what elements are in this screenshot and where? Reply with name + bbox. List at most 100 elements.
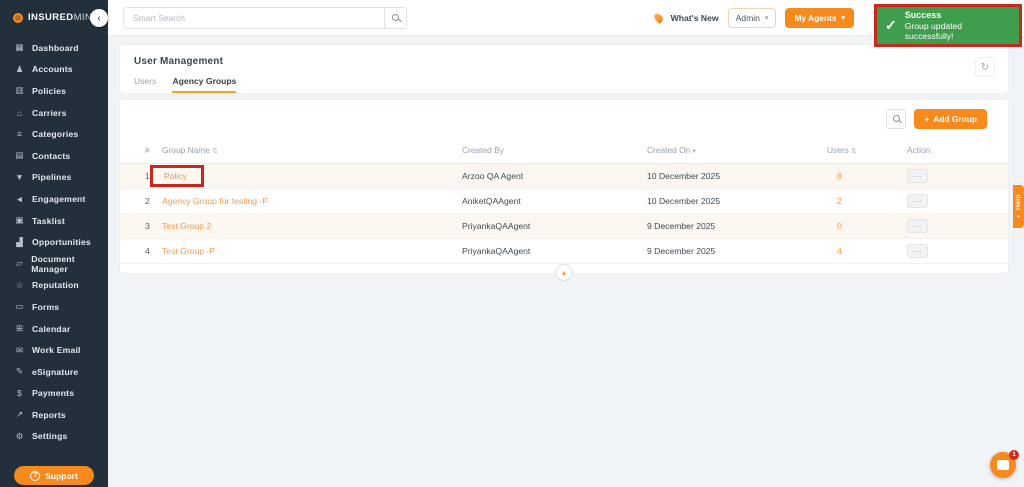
- admin-dropdown[interactable]: Admin ▾: [727, 7, 777, 28]
- group-name-link[interactable]: Agency Group for testing -P: [162, 196, 268, 206]
- users-cell: 0: [827, 213, 907, 239]
- sidebar-item-label: Dashboard: [32, 42, 79, 53]
- sidebar-item-pipelines[interactable]: ▼ Pipelines: [0, 167, 108, 189]
- sidebar-item-label: eSignature: [32, 366, 79, 377]
- group-name-link[interactable]: Test Group 2: [162, 221, 211, 231]
- users-cell: 2: [827, 188, 907, 214]
- row-actions-button[interactable]: ...: [907, 194, 928, 208]
- sidebar-item-esignature[interactable]: ✎ eSignature: [0, 361, 108, 383]
- sidebar-item-label: Engagement: [32, 193, 86, 204]
- users-cell: 8: [827, 163, 907, 189]
- chevron-down-icon: ▾: [841, 14, 845, 22]
- sidebar-item-dashboard[interactable]: ▦ Dashboard: [0, 37, 108, 59]
- row-actions-button[interactable]: ...: [907, 169, 928, 183]
- sidebar-item-document-manager[interactable]: ▱ Document Manager: [0, 253, 108, 275]
- refresh-button[interactable]: ↻: [975, 57, 995, 77]
- sidebar-nav: ▦ Dashboard ♟ Accounts ▥ Policies ⌂ Carriers ≡ Ca…: [0, 37, 108, 447]
- sidebar-item-calendar[interactable]: ⊞ Calendar: [0, 318, 108, 340]
- group-name-cell: Test Group 2: [162, 213, 462, 239]
- page-title: User Management: [134, 56, 224, 67]
- tabs: Users Agency Groups: [120, 67, 1008, 93]
- settings-icon: ⚙: [15, 430, 24, 441]
- column-header-created-by: Created By: [462, 138, 647, 164]
- row-number: 2: [120, 188, 162, 214]
- column-header-group-name[interactable]: Group Name ⇅: [162, 138, 462, 164]
- sidebar-item-label: Reports: [32, 409, 66, 420]
- refresh-icon: ↻: [980, 61, 990, 73]
- scroll-top-button[interactable]: ▴: [555, 264, 573, 281]
- created-on-cell: 10 December 2025: [647, 188, 827, 214]
- sidebar-item-accounts[interactable]: ♟ Accounts: [0, 59, 108, 81]
- group-name-cell: Agency Group for testing -P: [162, 188, 462, 214]
- brand-name: INSUREDMINE: [28, 12, 99, 23]
- users-count[interactable]: 4: [827, 246, 842, 256]
- sidebar-item-label: Payments: [32, 388, 75, 399]
- search-icon: [892, 115, 900, 122]
- help-tab[interactable]: ● Help: [1013, 185, 1024, 228]
- search-button[interactable]: [384, 7, 406, 28]
- table-row: 2 Agency Group for testing -P AniketQAAgen…: [120, 188, 1008, 214]
- sidebar-item-label: Accounts: [32, 64, 73, 75]
- sidebar-item-reputation[interactable]: ☆ Reputation: [0, 275, 108, 297]
- reports-icon: ↗: [15, 409, 24, 420]
- action-cell: ...: [907, 163, 1008, 189]
- users-count[interactable]: 0: [827, 221, 842, 231]
- whats-new-link[interactable]: What's New: [671, 13, 719, 23]
- question-icon: ●: [1015, 212, 1022, 219]
- support-button[interactable]: ? Support: [14, 466, 94, 485]
- toast-title: Success: [904, 10, 942, 20]
- group-name-cell: Policy: [150, 163, 462, 189]
- column-label: Created On: [647, 145, 691, 155]
- table-row: 3 Test Group 2 PriyankaQAAgent 9 December 2…: [120, 213, 1008, 239]
- group-name-link[interactable]: Test Group -P: [162, 246, 215, 256]
- sidebar-item-carriers[interactable]: ⌂ Carriers: [0, 102, 108, 124]
- sidebar-item-engagement[interactable]: ◄ Engagement: [0, 188, 108, 210]
- group-name-link[interactable]: Policy: [164, 171, 187, 181]
- sidebar-item-payments[interactable]: $ Payments: [0, 383, 108, 405]
- my-agents-button[interactable]: My Agents ▾: [785, 7, 854, 28]
- sidebar-item-tasklist[interactable]: ▣ Tasklist: [0, 210, 108, 232]
- reputation-icon: ☆: [15, 279, 24, 290]
- sidebar-item-opportunities[interactable]: ▟ Opportunities: [0, 231, 108, 253]
- group-name-cell: Test Group -P: [162, 238, 462, 264]
- brand-logo-icon: [13, 12, 23, 23]
- tab-agency-groups[interactable]: Agency Groups: [172, 76, 237, 93]
- question-icon: ?: [30, 470, 41, 481]
- sidebar-item-contacts[interactable]: ▤ Contacts: [0, 145, 108, 167]
- accounts-icon: ♟: [15, 63, 24, 74]
- column-label: Users: [827, 145, 849, 155]
- sidebar-item-label: Forms: [32, 301, 60, 312]
- sidebar-item-reports[interactable]: ↗ Reports: [0, 404, 108, 426]
- search-input[interactable]: [124, 7, 384, 28]
- sort-icon: ⇅: [850, 148, 857, 155]
- sidebar-item-label: Calendar: [32, 323, 71, 334]
- sidebar-item-label: Contacts: [32, 150, 71, 161]
- column-header-users[interactable]: Users ⇅: [827, 138, 907, 164]
- sidebar: INSUREDMINE ▦ Dashboard ♟ Accounts ▥ Policies…: [0, 0, 108, 487]
- sidebar-item-forms[interactable]: ▭ Forms: [0, 296, 108, 318]
- tasklist-icon: ▣: [15, 215, 24, 226]
- table-row: 4 Test Group -P PriyankaQAAgent 9 December …: [120, 238, 1008, 264]
- sidebar-item-label: Categories: [32, 129, 79, 140]
- sort-icon: ▾: [692, 148, 696, 155]
- sidebar-item-categories[interactable]: ≡ Categories: [0, 123, 108, 145]
- column-header-created-on[interactable]: Created On ▾: [647, 138, 827, 164]
- add-group-button[interactable]: + Add Group: [914, 108, 987, 129]
- agency-groups-card: + Add Group # Group Name ⇅ Created By Create…: [120, 100, 1008, 281]
- toast-text: Success Group updated successfully!: [905, 10, 1011, 41]
- document-manager-icon: ▱: [15, 258, 23, 269]
- users-count[interactable]: 8: [827, 171, 842, 181]
- sidebar-item-label: Tasklist: [32, 215, 65, 226]
- tab-users[interactable]: Users: [134, 76, 156, 93]
- sidebar-item-policies[interactable]: ▥ Policies: [0, 80, 108, 102]
- sidebar-item-work-email[interactable]: ✉ Work Email: [0, 339, 108, 361]
- users-count[interactable]: 2: [827, 196, 842, 206]
- action-cell: ...: [907, 238, 1008, 264]
- table-search-button[interactable]: [886, 108, 907, 129]
- row-actions-button[interactable]: ...: [907, 244, 928, 258]
- sidebar-collapse-button[interactable]: ‹: [90, 9, 108, 27]
- row-actions-button[interactable]: ...: [907, 219, 928, 233]
- chat-widget-button[interactable]: 1: [990, 450, 1019, 478]
- help-label: Help: [1015, 194, 1022, 211]
- sidebar-item-settings[interactable]: ⚙ Settings: [0, 426, 108, 448]
